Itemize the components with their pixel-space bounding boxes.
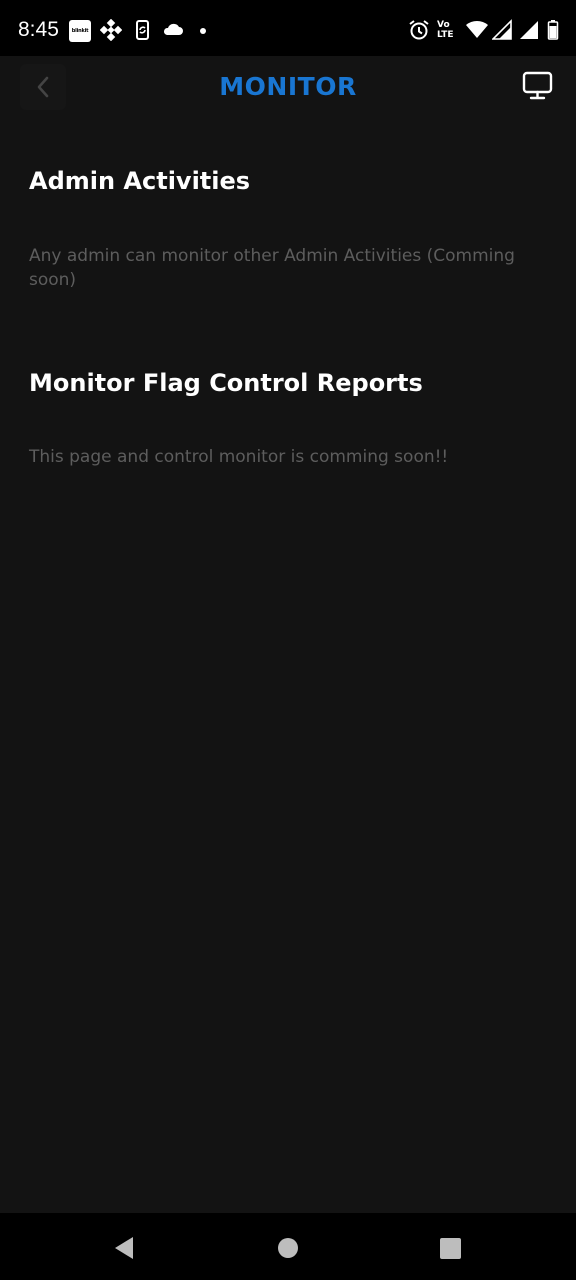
- nav-recents-button[interactable]: [436, 1233, 466, 1263]
- volte-icon: Vo LTE: [437, 20, 459, 42]
- volte-label-top: Vo: [437, 20, 450, 30]
- app-header: MONITOR: [0, 56, 576, 118]
- dot-icon: [199, 27, 207, 49]
- alarm-icon: [408, 19, 430, 41]
- binance-icon: [100, 19, 122, 41]
- section-description-admin-activities: Any admin can monitor other Admin Activi…: [29, 246, 515, 290]
- monitor-screen: 8:45 blinkit Vo LTE MONITOR Admin Activi…: [0, 0, 576, 1280]
- blinkit-icon: blinkit: [69, 20, 91, 42]
- status-bar: 8:45 blinkit Vo LTE: [0, 0, 576, 56]
- home-circle-icon: [278, 1238, 298, 1258]
- signal-icon: [519, 19, 539, 41]
- monitor-icon: [522, 71, 553, 100]
- nav-back-button[interactable]: [109, 1233, 139, 1263]
- cloud-icon: [161, 19, 185, 41]
- monitor-button[interactable]: [520, 70, 556, 102]
- volte-label-bottom: LTE: [437, 30, 454, 40]
- recents-square-icon: [440, 1238, 461, 1259]
- page-title: MONITOR: [219, 72, 357, 101]
- nav-home-button[interactable]: [273, 1233, 303, 1263]
- section-description-flag-control-reports: This page and control monitor is comming…: [29, 447, 449, 467]
- battery-icon: [547, 19, 559, 41]
- section-title-admin-activities: Admin Activities: [29, 167, 251, 195]
- status-time: 8:45: [18, 18, 59, 41]
- phone-sync-icon: [132, 19, 154, 41]
- back-triangle-icon: [115, 1237, 133, 1259]
- system-nav-bar: [0, 1213, 576, 1280]
- wifi-icon: [465, 19, 489, 41]
- blinkit-label: blinkit: [71, 28, 89, 34]
- signal-icon: [492, 19, 512, 41]
- section-title-flag-control-reports: Monitor Flag Control Reports: [29, 369, 423, 397]
